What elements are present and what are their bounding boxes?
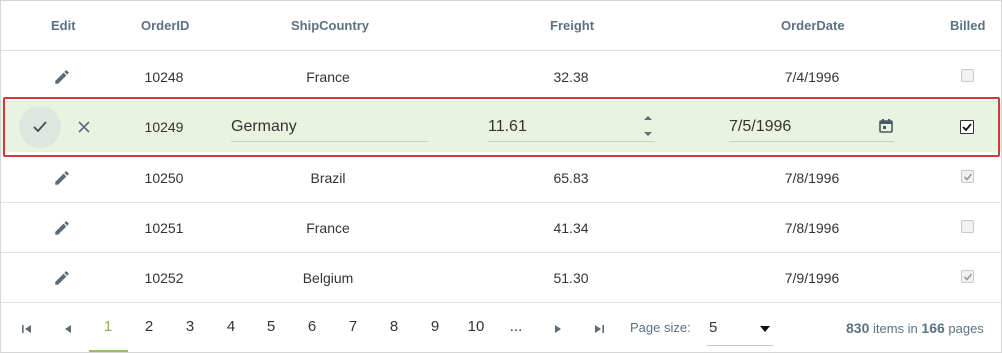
page-5[interactable]: 5 [267,318,275,335]
pages-text: pages [948,321,984,336]
pager: 1 2 3 4 5 6 7 8 9 10 ... Page size: 5 83… [1,302,1001,352]
header-order-date[interactable]: OrderDate [781,18,845,33]
next-page-icon[interactable] [552,322,564,334]
pencil-icon[interactable] [53,68,71,86]
pencil-icon[interactable] [53,219,71,237]
table-row: 10250 Brazil 65.83 7/8/1996 [1,153,1001,203]
page-4[interactable]: 4 [227,318,235,335]
save-button[interactable] [19,106,61,148]
header-billed[interactable]: Billed [950,18,985,33]
pencil-icon[interactable] [53,269,71,287]
cell-order-id: 10250 [144,170,184,186]
header-ship-country[interactable]: ShipCountry [291,18,369,33]
billed-checkbox[interactable] [961,69,974,82]
spinner-arrows-icon[interactable] [641,111,655,141]
pager-info: 830 items in 166 pages [846,320,984,336]
freight-input[interactable]: 11.61 [488,112,655,142]
order-date-input[interactable]: 7/5/1996 [729,112,894,142]
items-in-text: items in [872,321,918,336]
active-page-indicator [89,350,128,352]
last-page-icon[interactable] [593,322,605,334]
cell-ship-country: Brazil [310,170,346,186]
page-1[interactable]: 1 [104,318,112,335]
grid-header: Edit OrderID ShipCountry Freight OrderDa… [1,1,1001,51]
page-9[interactable]: 9 [431,318,439,335]
table-row: 10248 France 32.38 7/4/1996 [1,52,1001,102]
cell-freight: 32.38 [553,69,589,85]
page-size-value: 5 [709,319,718,336]
cell-freight: 65.83 [553,170,589,186]
cell-order-date: 7/8/1996 [784,170,840,186]
calendar-icon[interactable] [878,118,894,134]
cell-freight: 51.30 [553,270,589,286]
cell-order-id: 10252 [144,270,184,286]
page-6[interactable]: 6 [308,318,316,335]
caret-down-icon [760,326,770,332]
header-freight[interactable]: Freight [550,18,594,33]
page-more[interactable]: ... [510,318,523,335]
first-page-icon[interactable] [21,322,33,334]
page-size-label: Page size: [630,320,691,335]
cell-order-date: 7/9/1996 [784,270,840,286]
table-row: 10251 France 41.34 7/8/1996 [1,203,1001,253]
data-grid: Edit OrderID ShipCountry Freight OrderDa… [0,0,1002,353]
header-order-id[interactable]: OrderID [141,18,189,33]
total-pages: 166 [921,320,945,336]
billed-checkbox[interactable] [961,220,974,233]
page-size-select[interactable]: 5 [707,314,773,346]
table-row: 10252 Belgium 51.30 7/9/1996 [1,253,1001,303]
billed-checkbox[interactable] [961,170,974,183]
cell-ship-country: France [306,220,350,236]
cell-order-id: 10251 [144,220,184,236]
page-2[interactable]: 2 [145,318,153,335]
total-items: 830 [846,320,870,336]
cell-ship-country: France [306,69,350,85]
cell-freight: 41.34 [553,220,589,236]
pencil-icon[interactable] [53,169,71,187]
page-8[interactable]: 8 [390,318,398,335]
billed-checkbox[interactable] [961,270,974,283]
close-icon[interactable] [75,118,93,136]
header-edit[interactable]: Edit [51,18,76,33]
page-10[interactable]: 10 [468,318,485,335]
prev-page-icon[interactable] [62,322,74,334]
cell-order-date: 7/4/1996 [784,69,840,85]
ship-country-input[interactable]: Germany [231,112,428,142]
page-3[interactable]: 3 [186,318,194,335]
cell-ship-country: Belgium [302,270,354,286]
page-7[interactable]: 7 [349,318,357,335]
cell-order-date: 7/8/1996 [784,220,840,236]
cell-order-id: 10249 [144,119,184,135]
cell-order-id: 10248 [144,69,184,85]
billed-checkbox-edit[interactable] [960,120,974,134]
